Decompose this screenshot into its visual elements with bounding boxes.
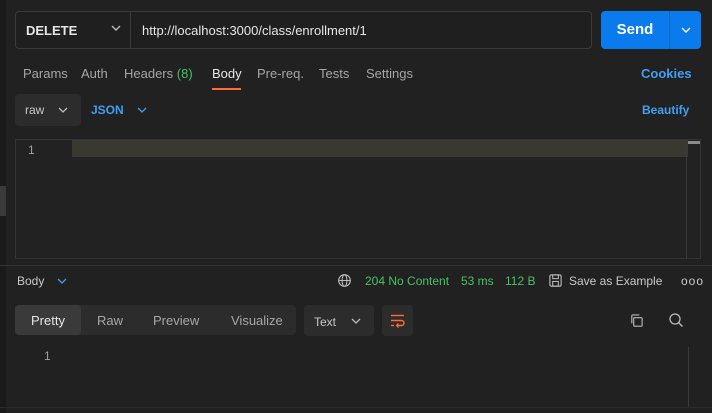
tab-auth[interactable]: Auth [81,66,108,81]
response-section-select[interactable]: Body [17,274,44,288]
response-size[interactable]: 112 B [505,274,535,288]
tab-headers-label: Headers [124,66,174,81]
body-mode-select[interactable]: raw [15,94,81,126]
response-format-label: Text [314,315,337,329]
chevron-down-icon[interactable] [136,104,148,116]
body-language-select[interactable]: JSON [91,103,124,117]
pane-divider[interactable] [0,265,712,266]
chevron-down-icon [351,318,361,324]
view-tab-visualize[interactable]: Visualize [231,313,283,328]
tab-params[interactable]: Params [23,66,68,81]
tab-pre-request[interactable]: Pre-req. [257,66,304,81]
view-tab-pretty[interactable]: Pretty [31,313,65,328]
tab-headers[interactable]: Headers (8) [124,66,193,81]
more-options-button[interactable]: ooo [681,274,704,288]
request-body-editor[interactable] [15,139,701,259]
view-tab-raw[interactable]: Raw [97,313,123,328]
editor-scroll-marker [688,141,700,144]
method-label: DELETE [26,23,78,38]
response-time[interactable]: 53 ms [461,274,494,288]
url-input[interactable]: http://localhost:3000/class/enrollment/1 [142,23,367,38]
send-button-group: Send [601,11,701,49]
chevron-down-icon [58,107,68,113]
save-icon [549,274,562,287]
globe-icon[interactable] [337,273,352,288]
send-button[interactable]: Send [601,11,669,49]
chevron-down-icon[interactable] [56,275,68,287]
chevron-down-icon [111,25,121,31]
response-line-number: 1 [44,349,51,363]
view-tab-preview[interactable]: Preview [153,313,199,328]
active-tab-indicator [212,88,241,90]
editor-scrollbar[interactable] [686,140,701,258]
body-mode-label: raw [25,103,45,117]
chevron-down-icon[interactable] [679,23,693,37]
sidebar-resize-handle[interactable] [0,186,6,216]
wrap-lines-icon [391,314,405,328]
beautify-link[interactable]: Beautify [642,103,689,117]
editor-line-number: 1 [28,143,35,157]
send-divider [669,11,670,49]
headers-count: (8) [176,66,193,81]
search-icon[interactable] [668,312,684,328]
copy-icon[interactable] [629,313,644,328]
response-status[interactable]: 204 No Content [365,274,449,288]
save-as-example-button[interactable]: Save as Example [569,274,662,288]
tab-settings[interactable]: Settings [366,66,413,81]
method-select[interactable]: DELETE [16,12,131,48]
tab-tests[interactable]: Tests [319,66,349,81]
cookies-link[interactable]: Cookies [641,66,692,81]
tab-body[interactable]: Body [212,66,242,81]
bottom-border [0,407,712,408]
url-bar: DELETE http://localhost:3000/class/enrol… [15,11,592,49]
response-scrollbar[interactable] [688,347,689,407]
editor-active-line [72,140,688,157]
